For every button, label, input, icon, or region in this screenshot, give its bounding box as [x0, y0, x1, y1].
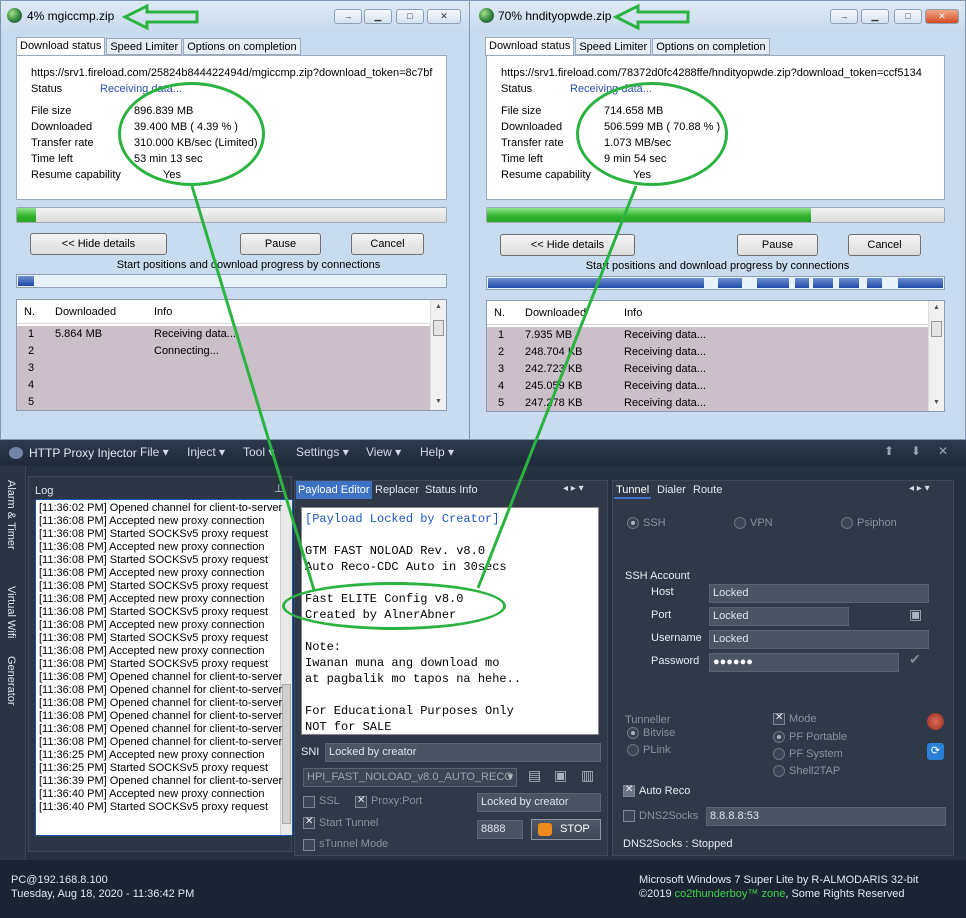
annotation-lines	[190, 185, 638, 591]
annotation-line	[476, 185, 638, 589]
annotation-line	[190, 185, 316, 591]
